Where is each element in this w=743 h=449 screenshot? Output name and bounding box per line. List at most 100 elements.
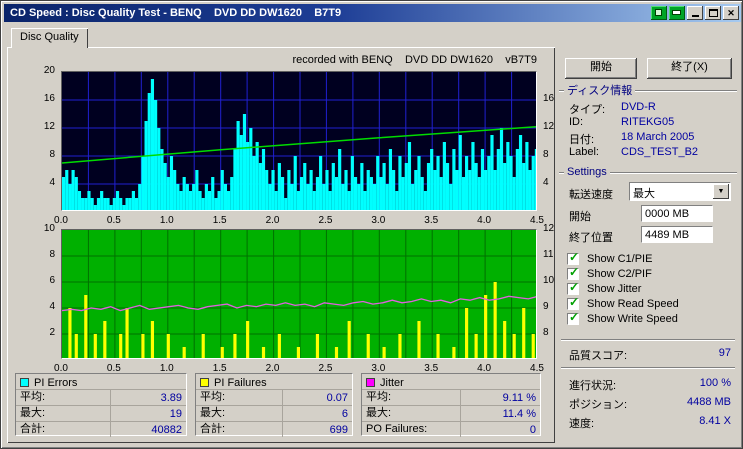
stat-value: 40882	[151, 423, 182, 436]
green-tool-icon	[672, 10, 681, 15]
end-position-field[interactable]: 4489 MB	[641, 226, 713, 243]
maximize-button[interactable]	[705, 6, 721, 20]
recorded-with-label: recorded with BENQ DVD DD DW1620 vB7T9	[292, 54, 537, 66]
pi-errors-legend: PI Errors 平均: 3.89 最大: 19 合計: 40882	[15, 373, 187, 437]
titlebar-tool-icon-1[interactable]	[651, 6, 667, 20]
speed-label: 速度:	[569, 418, 595, 430]
start-test-button[interactable]: 開始	[565, 58, 637, 79]
tick-label: 12	[43, 121, 55, 132]
disc-label-value: CDS_TEST_B2	[621, 146, 699, 158]
app-window: CD Speed : Disc Quality Test - BENQ DVD …	[0, 0, 743, 449]
tick-label: 2.5	[318, 215, 333, 226]
titlebar[interactable]: CD Speed : Disc Quality Test - BENQ DVD …	[4, 4, 741, 22]
speed-row: 速度: 8.41 X	[569, 415, 731, 430]
stat-value: 699	[329, 423, 348, 436]
tick-label: 8	[49, 249, 55, 260]
tick-label: 0.5	[106, 215, 121, 226]
minimize-button[interactable]	[687, 6, 703, 20]
tick-label: 20	[43, 65, 55, 76]
pi-failures-legend: PI Failures 平均: 0.07 最大: 6 合計: 699	[195, 373, 353, 437]
stat-value: 11.4 %	[502, 407, 536, 420]
position-value: 4488 MB	[686, 396, 731, 408]
jitter-swatch	[366, 378, 375, 387]
checkbox-box[interactable]: ✓	[567, 280, 580, 295]
exit-button[interactable]: 終了(X)	[647, 58, 732, 79]
check-icon: ✓	[569, 250, 580, 264]
dropdown-button[interactable]: ▼	[713, 184, 729, 199]
tab-disc-quality[interactable]: Disc Quality	[11, 28, 88, 48]
stat-label: 平均:	[366, 390, 462, 405]
disc-type-value: DVD-R	[621, 101, 656, 113]
tick-label: 10	[543, 275, 555, 286]
checkbox-label: Show Read Speed	[587, 298, 679, 310]
maximize-icon	[708, 9, 718, 17]
checkbox-box[interactable]: ✓	[567, 250, 580, 265]
tick-label: 12	[543, 223, 555, 234]
position-row: ポジション: 4488 MB	[569, 396, 731, 411]
tick-label: 6	[49, 275, 55, 286]
disc-date-label: 日付:	[569, 134, 595, 146]
separator	[561, 339, 735, 341]
pi-failures-swatch	[200, 378, 209, 387]
tick-label: 10	[43, 223, 55, 234]
legend-row: PO Failures: 0	[362, 421, 540, 437]
green-tool-icon	[655, 9, 662, 16]
check-icon: ✓	[569, 295, 580, 309]
checkbox-label: Show Write Speed	[587, 313, 678, 325]
progress-value: 100 %	[699, 377, 731, 389]
stat-value: 9.11 %	[502, 391, 536, 404]
pi-errors-chart: 20 16 12 8 4 16 12 8 4 0.0 0.5 1.0 1.5 2.0 2.5 3.0 3.5 4.…	[44, 65, 554, 226]
start-position-label: 開始	[569, 211, 591, 223]
pi-errors-plot	[61, 71, 537, 211]
stat-label: 最大:	[200, 406, 283, 421]
start-position-field[interactable]: 0000 MB	[641, 205, 713, 222]
checkbox-box[interactable]: ✓	[567, 295, 580, 310]
stat-value: 3.89	[160, 391, 182, 404]
legend-row: 平均: 9.11 %	[362, 389, 540, 405]
stat-label: 平均:	[20, 390, 111, 405]
stat-label: PO Failures:	[366, 422, 462, 437]
tick-label: 3.5	[424, 215, 439, 226]
titlebar-buttons: ✕	[651, 6, 739, 20]
check-icon: ✓	[569, 280, 580, 294]
progress-label: 進行状況:	[569, 380, 617, 392]
disc-label-row: Label: CDS_TEST_B2	[569, 146, 731, 159]
legend-row: 合計: 699	[196, 421, 352, 437]
disc-info-group-header: ディスク情報	[559, 85, 737, 97]
checkbox-box[interactable]: ✓	[567, 265, 579, 280]
disc-id-value: RITEKG05	[621, 116, 675, 128]
tick-label: 4	[49, 177, 55, 188]
legend-title: PI Failures	[214, 376, 267, 389]
tick-label: 8	[543, 149, 549, 160]
settings-title: Settings	[567, 166, 607, 178]
progress-row: 進行状況: 100 %	[569, 377, 731, 392]
legend-row: 最大: 19	[16, 405, 186, 421]
stat-label: 合計:	[200, 422, 283, 437]
tick-label: 16	[543, 93, 555, 104]
close-button[interactable]: ✕	[723, 6, 739, 20]
titlebar-tool-icon-2[interactable]	[669, 6, 685, 20]
tick-label: 11	[543, 249, 554, 260]
disc-id-row: ID: RITEKG05	[569, 116, 731, 129]
checkbox-label: Show Jitter	[587, 283, 642, 295]
speed-value: 8.41 X	[699, 415, 731, 427]
pi-errors-swatch	[20, 378, 29, 387]
legend-title: Jitter	[380, 376, 404, 389]
transfer-speed-select[interactable]: 最大 ▼	[629, 182, 731, 201]
disc-date-value: 18 March 2005	[621, 131, 695, 143]
position-label: ポジション:	[569, 399, 628, 411]
pi-failures-chart: 10 8 6 4 2 12 11 10 9 8 0.0 0.5 1.0 1.5 2.0 2.5 3.0 3.5 4.…	[44, 223, 554, 374]
tick-label: 4.0	[477, 215, 492, 226]
tick-label: 1.0	[159, 215, 174, 226]
checkbox-label: Show C1/PIE	[587, 253, 653, 265]
check-icon: ✓	[569, 310, 580, 324]
legend-row: 最大: 11.4 %	[362, 405, 540, 421]
tick-label: 2.0	[265, 215, 280, 226]
checkbox-box[interactable]: ✓	[567, 310, 580, 325]
tick-label: 4	[543, 177, 549, 188]
window-title: CD Speed : Disc Quality Test - BENQ DVD …	[10, 7, 342, 19]
disc-type-row: タイプ: DVD-R	[569, 101, 731, 116]
jitter-legend: Jitter 平均: 9.11 % 最大: 11.4 % PO Failures: 0	[361, 373, 541, 437]
stat-value: 0.07	[326, 391, 348, 404]
disc-id-label: ID:	[569, 116, 584, 128]
